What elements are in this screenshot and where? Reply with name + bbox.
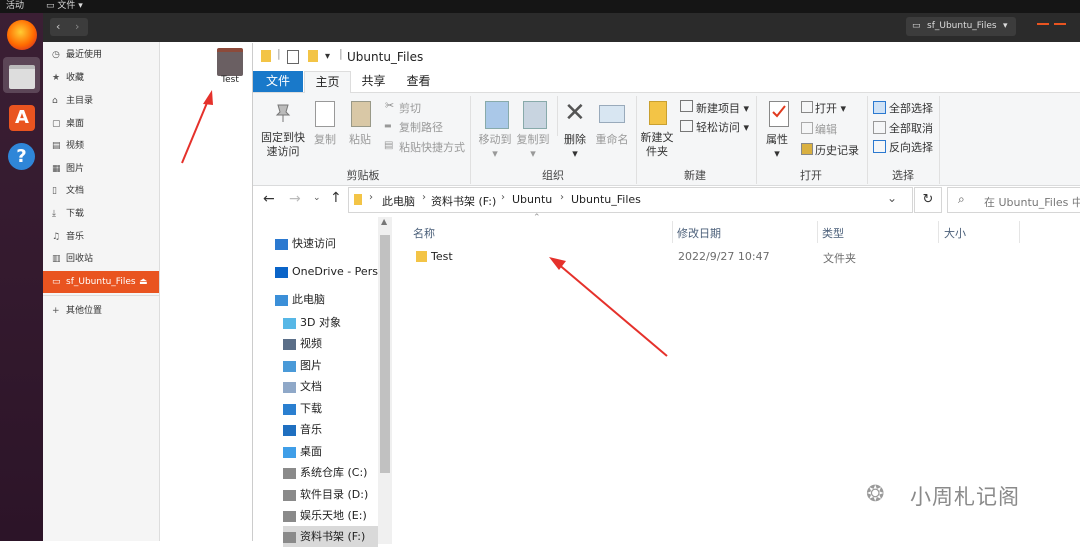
watermark-text: 小周札记阁 — [910, 485, 1020, 509]
annotation-arrows — [181, 90, 668, 357]
arrow-right — [549, 257, 668, 357]
watermark: ❂ 小周札记阁 — [866, 480, 1056, 510]
wechat-icon: ❂ — [866, 482, 885, 507]
arrow-left — [181, 90, 213, 164]
